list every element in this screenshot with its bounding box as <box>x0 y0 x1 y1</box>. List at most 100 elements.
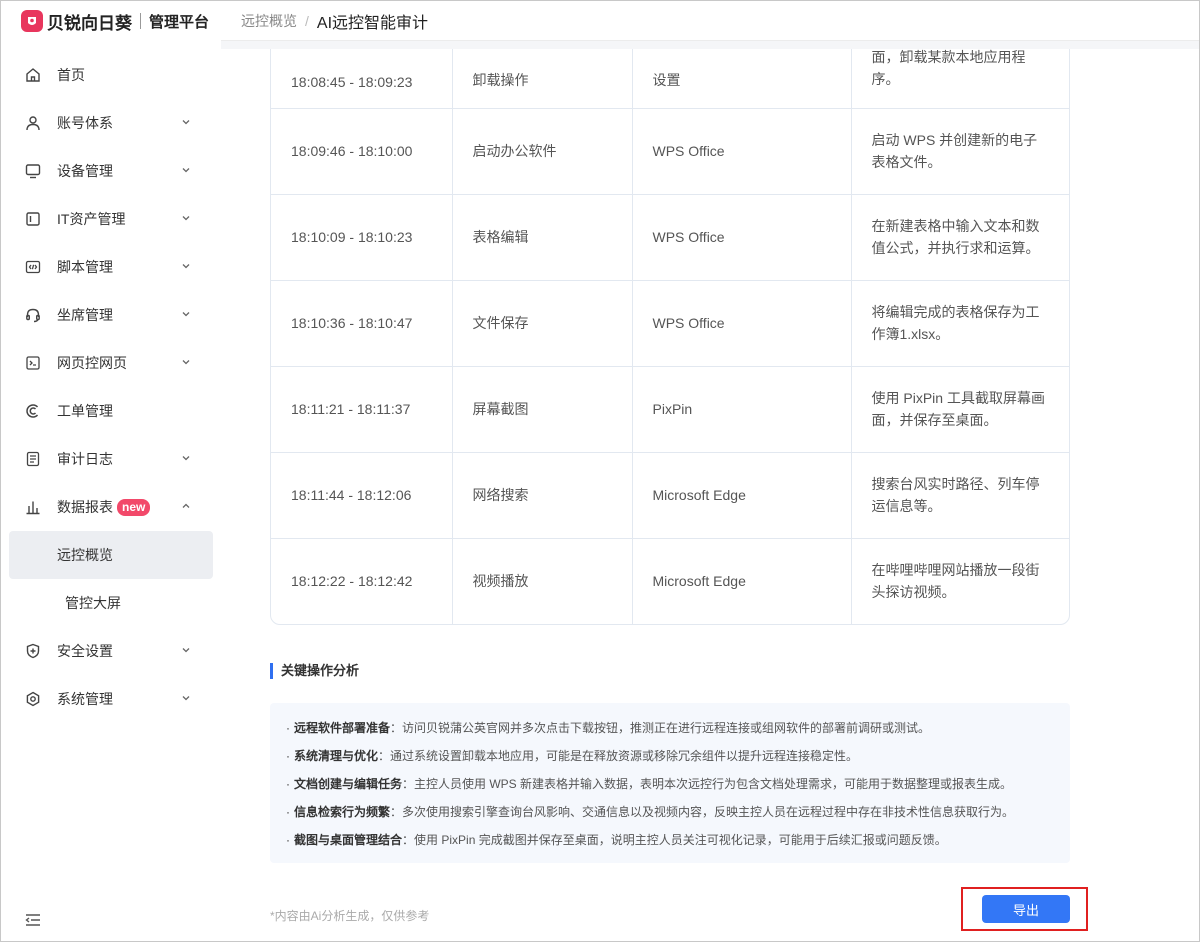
breadcrumb: 远控概览 / AI远控智能审计 <box>241 9 428 33</box>
sidebar-item-tickets[interactable]: 工单管理 <box>1 387 221 435</box>
monitor-icon <box>25 163 41 179</box>
action-cell: 卸载操作 <box>452 49 633 109</box>
description-line: 表格文件。 <box>871 154 942 170</box>
description-line: 将编辑完成的表格保存为工 <box>871 304 1040 320</box>
chevron-down-icon <box>182 216 190 221</box>
chevron-up-icon <box>182 503 190 508</box>
description-line: 运信息等。 <box>871 498 942 514</box>
sidebar-item-accounts[interactable]: 账号体系 <box>1 99 221 147</box>
sidebar-item-label: 坐席管理 <box>57 307 113 323</box>
chevron-down-icon <box>182 168 190 173</box>
sidebar-subitem-label: 远控概览 <box>57 547 113 563</box>
table-row: 18:10:09 - 18:10:23 表格编辑 WPS Office 在新建表格中输… <box>271 194 1069 281</box>
headset-icon <box>25 307 41 323</box>
logo-bar: 贝锐向日葵 管理平台 <box>1 1 221 41</box>
sidebar-item-scripts[interactable]: 脚本管理 <box>1 243 221 291</box>
time-cell: 18:12:22 - 18:12:42 <box>271 538 453 624</box>
new-badge: new <box>117 498 151 516</box>
action-cell: 屏幕截图 <box>452 366 633 453</box>
analysis-point: · 截图与桌面管理结合：使用 PixPin 完成截图并保存至桌面，说明主控人员关注… <box>286 833 947 847</box>
page-title: AI远控智能审计 <box>316 14 429 32</box>
sidebar-item-home[interactable]: 首页 <box>1 51 221 99</box>
analysis-box: · 远程软件部署准备：访问贝锐蒲公英官网并多次点击下载按钮，推测正在进行远程连接或… <box>270 703 1070 863</box>
table-row: 18:11:44 - 18:12:06 网络搜索 Microsoft Edge 搜索台… <box>271 452 1069 539</box>
chevron-down-icon <box>182 312 190 317</box>
description-cell: 使用 PixPin 工具截取屏幕画 面，并保存至桌面。 <box>851 366 1069 453</box>
sidebar-item-label: 系统管理 <box>57 691 113 707</box>
app-cell: WPS Office <box>632 280 852 367</box>
time-cell: 18:08:45 - 18:09:23 <box>271 49 453 109</box>
analysis-title: 关键操作分析 <box>270 663 359 679</box>
gear-icon <box>25 691 41 707</box>
sidebar-item-audit-log[interactable]: 审计日志 <box>1 435 221 483</box>
analysis-point-text: ：使用 PixPin 完成截图并保存至桌面，说明主控人员关注可视化记录，可能用于… <box>402 833 947 847</box>
description-cell: 面，卸载某款本地应用程 序。 <box>851 49 1069 109</box>
export-button[interactable]: 导出 <box>982 895 1070 923</box>
brand-sub: 管理平台 <box>149 13 210 31</box>
description-line: 使用 PixPin 工具截取屏幕画 <box>871 390 1045 406</box>
sidebar-item-it-assets[interactable]: IT资产管理 <box>1 195 221 243</box>
description-cell: 在新建表格中输入文本和数 值公式，并执行求和运算。 <box>851 194 1069 281</box>
sidebar-item-security[interactable]: 安全设置 <box>1 627 221 675</box>
action-cell: 网络搜索 <box>452 452 633 539</box>
analysis-point-text: ：多次使用搜索引擎查询台风影响、交通信息以及视频内容，反映主控人员在远程过程中存… <box>390 805 1015 819</box>
sidebar-item-seats[interactable]: 坐席管理 <box>1 291 221 339</box>
analysis-point-text: ：访问贝锐蒲公英官网并多次点击下载按钮，推测正在进行远程连接或组网软件的部署前调… <box>390 721 931 735</box>
user-icon <box>25 115 41 131</box>
brand-name: 贝锐向日葵 <box>47 13 132 33</box>
chevron-down-icon <box>182 696 190 701</box>
sidebar-item-system[interactable]: 系统管理 <box>1 675 221 723</box>
description-line: 序。 <box>871 70 900 87</box>
analysis-point: · 系统清理与优化：通过系统设置卸载本地应用，可能是在释放资源或移除冗余组件以提升… <box>286 749 859 763</box>
description-cell: 启动 WPS 并创建新的电子 表格文件。 <box>851 108 1069 195</box>
table-row: 18:12:22 - 18:12:42 视频播放 Microsoft Edge 在哔哩… <box>271 538 1069 624</box>
description-cell: 搜索台风实时路径、列车停 运信息等。 <box>851 452 1069 539</box>
sidebar-item-label: 设备管理 <box>57 163 113 179</box>
table-row: 18:10:36 - 18:10:47 文件保存 WPS Office 将编辑完成的表… <box>271 280 1069 367</box>
table-row: 18:11:21 - 18:11:37 屏幕截图 PixPin 使用 PixPin 工… <box>271 366 1069 453</box>
breadcrumb-parent[interactable]: 远控概览 <box>241 11 297 31</box>
analysis-point-text: ：通过系统设置卸载本地应用，可能是在释放资源或移除冗余组件以提升远程连接稳定性。 <box>378 749 859 763</box>
sidebar-item-devices[interactable]: 设备管理 <box>1 147 221 195</box>
sidebar-item-web-control[interactable]: 网页控网页 <box>1 339 221 387</box>
operations-table: 18:08:45 - 18:09:23 卸载操作 设置 面，卸载某款本地应用程 序。 18… <box>270 49 1070 625</box>
description-cell: 将编辑完成的表格保存为工 作簿1.xlsx。 <box>851 280 1069 367</box>
app-cell: WPS Office <box>632 194 852 281</box>
description-line: 作簿1.xlsx。 <box>871 326 950 342</box>
analysis-point-label: 信息检索行为频繁 <box>294 805 391 819</box>
collapse-sidebar-icon[interactable] <box>25 913 41 927</box>
analysis-point-label: 远程软件部署准备 <box>294 721 391 735</box>
sidebar-item-label: 数据报表 <box>57 499 113 515</box>
analysis-point-label: 截图与桌面管理结合 <box>294 833 403 847</box>
time-cell: 18:10:36 - 18:10:47 <box>271 280 453 367</box>
sidebar-item-label: IT资产管理 <box>57 211 126 227</box>
app-cell: Microsoft Edge <box>632 538 852 624</box>
analysis-point: · 远程软件部署准备：访问贝锐蒲公英官网并多次点击下载按钮，推测正在进行远程连接或… <box>286 721 931 735</box>
time-cell: 18:10:09 - 18:10:23 <box>271 194 453 281</box>
sidebar-item-reports[interactable]: 数据报表 new <box>1 483 221 531</box>
log-icon <box>25 451 41 467</box>
app-cell: Microsoft Edge <box>632 452 852 539</box>
time-cell: 18:11:44 - 18:12:06 <box>271 452 453 539</box>
analysis-point-label: 文档创建与编辑任务 <box>294 777 403 791</box>
web-terminal-icon <box>25 355 41 371</box>
logo-divider <box>140 13 141 29</box>
analysis-point: · 信息检索行为频繁：多次使用搜索引擎查询台风影响、交通信息以及视频内容，反映主控… <box>286 805 1015 819</box>
server-icon <box>25 211 41 227</box>
description-line: 在新建表格中输入文本和数 <box>871 218 1040 234</box>
sidebar-nav: 首页 账号体系 设备管理 IT资产管理 脚本管理 坐席管理 网页控网页 工单管理… <box>1 51 221 723</box>
action-cell: 文件保存 <box>452 280 633 367</box>
sunflower-logo-icon <box>21 10 43 32</box>
description-line: 启动 WPS 并创建新的电子 <box>871 132 1038 148</box>
home-icon <box>25 67 41 83</box>
sidebar-subitem-remote-overview[interactable]: 远控概览 <box>9 531 213 579</box>
sidebar-subitem-control-screen[interactable]: 管控大屏 <box>9 579 213 627</box>
main-content: 18:08:45 - 18:09:23 卸载操作 设置 面，卸载某款本地应用程 序。 18… <box>221 49 1199 941</box>
description-line: 值公式，并执行求和运算。 <box>871 240 1040 256</box>
chevron-down-icon <box>182 120 190 125</box>
time-cell: 18:11:21 - 18:11:37 <box>271 366 453 453</box>
bar-chart-icon <box>25 499 41 515</box>
breadcrumb-separator: / <box>305 12 309 29</box>
sidebar-subitem-label: 管控大屏 <box>65 595 121 611</box>
chevron-down-icon <box>182 456 190 461</box>
